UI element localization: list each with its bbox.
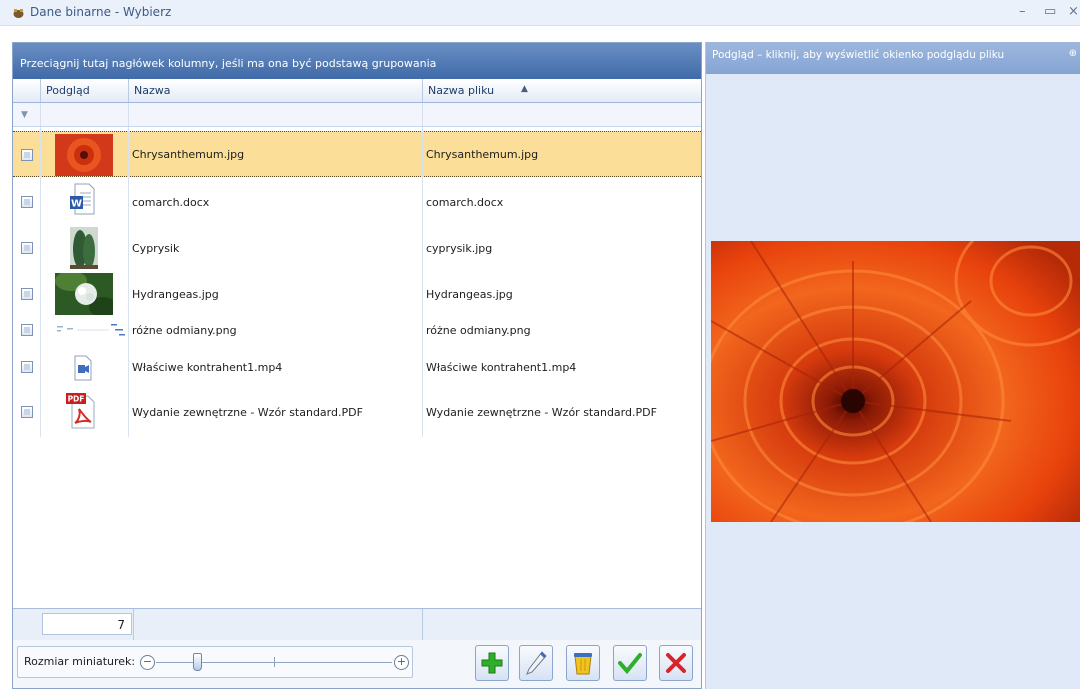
minimize-button[interactable]: –	[1019, 4, 1026, 19]
footer-divider	[422, 609, 423, 641]
maximize-button[interactable]: ▭	[1044, 4, 1056, 19]
pdf-file-icon: PDF	[66, 393, 96, 429]
row-filename: cyprysik.jpg	[426, 241, 493, 255]
filter-cell-preview[interactable]	[40, 103, 128, 126]
pdf-badge: PDF	[68, 395, 85, 404]
word-document-icon: W	[69, 183, 95, 215]
delete-button[interactable]	[566, 645, 600, 681]
flower-thumbnail	[55, 134, 113, 176]
table-row[interactable]: Właściwe kontrahent1.mp4 Właściwe kontra…	[13, 345, 701, 389]
row-select-cell[interactable]	[13, 179, 40, 225]
thumbnail-size-label: Rozmiar miniaturek:	[24, 655, 136, 668]
column-divider	[422, 127, 423, 437]
filter-cell-filename[interactable]	[422, 103, 701, 126]
row-checkbox[interactable]	[21, 288, 33, 300]
row-select-cell[interactable]	[13, 271, 40, 317]
column-header-row: Podgląd Nazwa ▲ Nazwa pliku	[13, 79, 701, 103]
bottom-toolbar: Rozmiar miniaturek: − +	[13, 640, 701, 688]
row-name: różne odmiany.png	[132, 323, 237, 337]
window-title: Dane binarne - Wybierz	[30, 5, 172, 19]
row-filename: Chrysanthemum.jpg	[426, 147, 539, 161]
row-checkbox[interactable]	[21, 406, 33, 418]
row-filename: różne odmiany.png	[426, 323, 531, 337]
table-row[interactable]: PDF Wydanie zewnętrzne - Wzór standard.P…	[13, 389, 701, 435]
zoom-out-icon[interactable]: −	[140, 655, 155, 670]
footer-divider	[133, 609, 134, 641]
window-titlebar: Dane binarne - Wybierz – ▭ ×	[0, 0, 1080, 26]
column-header-name[interactable]: Nazwa ▲	[128, 79, 528, 102]
row-select-cell[interactable]	[13, 389, 40, 435]
grid-body: Chrysanthemum.jpg Chrysanthemum.jpg W co…	[13, 127, 701, 607]
filter-cell-select[interactable]: ▼	[13, 103, 40, 126]
add-button[interactable]	[475, 645, 509, 681]
row-checkbox[interactable]	[21, 196, 33, 208]
filter-funnel-icon[interactable]: ▼	[21, 110, 28, 120]
pin-icon[interactable]: ⊕	[1069, 48, 1077, 59]
row-name: comarch.docx	[132, 195, 210, 209]
grid-footer: 7	[13, 608, 701, 641]
app-icon	[13, 9, 24, 18]
row-name: Właściwe kontrahent1.mp4	[132, 360, 283, 374]
row-select-cell[interactable]	[13, 225, 40, 271]
x-icon	[666, 653, 686, 673]
row-checkbox[interactable]	[21, 361, 33, 373]
row-name: Wydanie zewnętrzne - Wzór standard.PDF	[132, 405, 363, 419]
row-checkbox[interactable]	[21, 242, 33, 254]
diagram-thumbnail	[53, 320, 127, 340]
preview-header-text: Podgląd – kliknij, aby wyświetlić okienk…	[712, 49, 1005, 61]
slider-thumb[interactable]	[193, 653, 202, 671]
pencil-icon	[526, 651, 547, 675]
preview-header[interactable]: Podgląd – kliknij, aby wyświetlić okienk…	[706, 42, 1080, 74]
close-button[interactable]: ×	[1068, 4, 1079, 19]
slider-tick	[274, 657, 275, 667]
cancel-button[interactable]	[659, 645, 693, 681]
row-select-cell[interactable]	[13, 317, 40, 343]
table-row[interactable]: Chrysanthemum.jpg Chrysanthemum.jpg	[13, 131, 701, 177]
cypress-thumbnail	[70, 227, 98, 269]
trash-icon	[574, 653, 592, 675]
files-grid-panel: Przeciągnij tutaj nagłówek kolumny, jeśl…	[12, 42, 702, 689]
confirm-button[interactable]	[613, 645, 647, 681]
column-divider	[128, 127, 129, 437]
checkmark-icon	[618, 653, 642, 675]
row-filename: Hydrangeas.jpg	[426, 287, 513, 301]
row-select-cell[interactable]	[13, 345, 40, 389]
row-filename: Wydanie zewnętrzne - Wzór standard.PDF	[426, 405, 657, 419]
edit-button[interactable]	[519, 645, 553, 681]
preview-image[interactable]	[711, 241, 1080, 522]
table-row[interactable]: W comarch.docx comarch.docx	[13, 179, 701, 225]
row-filename: comarch.docx	[426, 195, 504, 209]
plus-icon	[481, 652, 503, 674]
column-divider	[40, 127, 41, 437]
column-header-filename[interactable]: Nazwa pliku	[422, 79, 701, 102]
video-file-icon	[72, 355, 94, 381]
row-name: Chrysanthemum.jpg	[132, 147, 245, 161]
table-row[interactable]: różne odmiany.png różne odmiany.png	[13, 317, 701, 343]
row-filename: Właściwe kontrahent1.mp4	[426, 360, 577, 374]
thumbnail-size-control: Rozmiar miniaturek: − +	[17, 646, 413, 678]
group-hint: Przeciągnij tutaj nagłówek kolumny, jeśl…	[20, 57, 437, 70]
row-name: Hydrangeas.jpg	[132, 287, 219, 301]
column-header-name-label: Nazwa	[134, 84, 171, 97]
preview-panel: Podgląd – kliknij, aby wyświetlić okienk…	[705, 42, 1080, 689]
row-name: Cyprysik	[132, 241, 180, 255]
column-header-preview[interactable]: Podgląd	[40, 79, 128, 102]
row-select-cell[interactable]	[13, 132, 40, 176]
hydrangea-thumbnail	[55, 271, 117, 317]
zoom-in-icon[interactable]: +	[394, 655, 409, 670]
group-by-panel[interactable]: Przeciągnij tutaj nagłówek kolumny, jeśl…	[13, 43, 701, 79]
word-badge: W	[71, 199, 82, 210]
table-row[interactable]: Cyprysik cyprysik.jpg	[13, 225, 701, 271]
row-checkbox[interactable]	[21, 324, 33, 336]
row-count: 7	[42, 613, 132, 635]
table-row[interactable]: Hydrangeas.jpg Hydrangeas.jpg	[13, 271, 701, 317]
row-checkbox[interactable]	[21, 149, 33, 161]
select-column-header[interactable]	[13, 79, 40, 102]
filter-cell-name[interactable]	[128, 103, 422, 126]
filter-row: ▼	[13, 103, 701, 127]
